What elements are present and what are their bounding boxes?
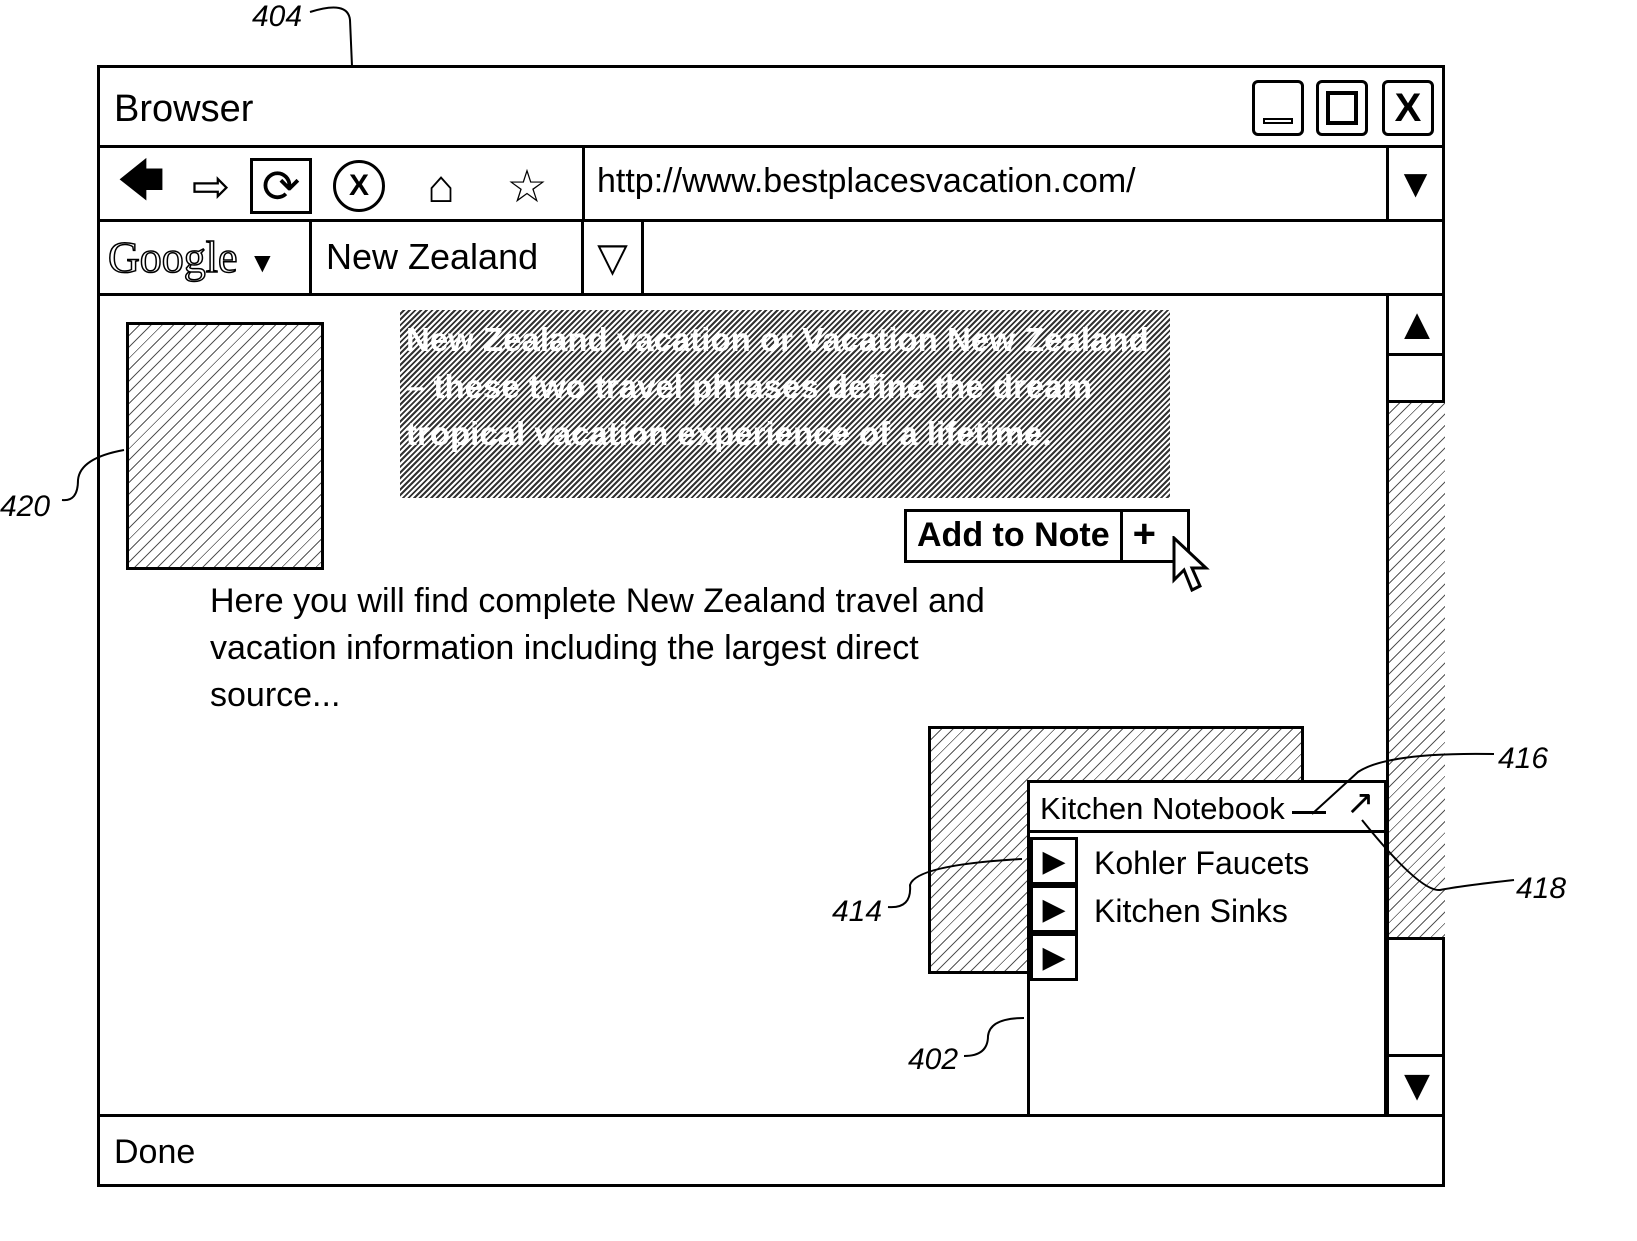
- title-bar: Browser X: [100, 68, 1442, 148]
- notebook-panel: Kitchen Notebook ↗ ▶ Kohler Faucets ▶ Ki…: [1027, 780, 1387, 1117]
- page-image: [126, 322, 324, 570]
- refresh-icon: ⟳: [261, 160, 301, 212]
- star-icon: ☆: [506, 160, 548, 212]
- maximize-icon: [1326, 91, 1358, 125]
- back-arrow-icon: 🡄: [117, 154, 165, 206]
- expand-item-button[interactable]: ▶: [1030, 837, 1078, 885]
- chevron-down-icon: ▼: [1395, 161, 1436, 206]
- search-button[interactable]: ▽: [584, 222, 644, 294]
- page-paragraph: Here you will find complete New Zealand …: [210, 582, 985, 714]
- play-icon: ▶: [1042, 844, 1066, 878]
- minimize-icon: [1263, 118, 1293, 124]
- home-button[interactable]: ⌂: [410, 158, 472, 214]
- close-button[interactable]: X: [1382, 80, 1434, 136]
- ref-label: 402: [908, 1043, 959, 1076]
- search-engine-selector[interactable]: Google ▼: [100, 222, 312, 294]
- notebook-item[interactable]: Kitchen Sinks: [1094, 893, 1288, 930]
- leader-line: [887, 858, 1023, 909]
- chevron-down-icon: ▼: [248, 248, 277, 279]
- add-to-note-label: Add to Note: [907, 512, 1123, 560]
- stop-icon: X: [333, 160, 385, 212]
- maximize-button[interactable]: [1316, 80, 1368, 136]
- leader-line: [1361, 819, 1515, 892]
- url-field[interactable]: http://www.bestplacesvacation.com/: [582, 148, 1386, 220]
- url-dropdown-button[interactable]: ▼: [1386, 148, 1442, 220]
- window-title: Browser: [114, 88, 254, 130]
- play-icon: ▶: [1042, 940, 1066, 974]
- nav-toolbar: 🡄 ⇨ ⟳ X ⌂ ☆ http://www.bestplacesvacatio…: [100, 148, 1442, 222]
- play-icon: ▶: [1042, 892, 1066, 926]
- arrow-down-icon: ▼: [1395, 1060, 1439, 1110]
- leader-line: [1311, 752, 1495, 815]
- expand-item-button[interactable]: ▶: [1030, 885, 1078, 933]
- notebook-item[interactable]: Kohler Faucets: [1094, 845, 1309, 882]
- ref-label: 414: [832, 895, 883, 928]
- status-bar: Done: [100, 1114, 1442, 1184]
- cursor-icon: [1172, 536, 1210, 593]
- search-go-icon: ▽: [597, 236, 628, 280]
- notebook-title: Kitchen Notebook: [1040, 791, 1285, 826]
- ref-label: 404: [252, 0, 303, 33]
- scroll-down-button[interactable]: ▼: [1389, 1054, 1445, 1114]
- plus-icon: +: [1132, 512, 1156, 556]
- expand-item-button[interactable]: ▶: [1030, 933, 1078, 981]
- leader-line: [61, 449, 125, 502]
- add-to-note-button[interactable]: Add to Note +: [904, 509, 1190, 563]
- leader-line: [309, 6, 353, 66]
- minimize-button[interactable]: [1252, 80, 1304, 136]
- stop-button[interactable]: X: [328, 158, 390, 214]
- close-icon: X: [1394, 85, 1422, 130]
- forward-arrow-icon: ⇨: [191, 160, 231, 212]
- ref-label: 420: [0, 490, 51, 523]
- back-button[interactable]: 🡄: [110, 154, 172, 214]
- scroll-up-button[interactable]: ▲: [1389, 296, 1445, 356]
- vertical-scrollbar[interactable]: ▲ ▼: [1386, 296, 1445, 1114]
- ref-label: 418: [1516, 872, 1567, 905]
- browser-window: Browser X 🡄 ⇨ ⟳ X ⌂ ☆ http://www.bestpla…: [97, 65, 1445, 1187]
- ref-label: 416: [1498, 742, 1549, 775]
- refresh-button[interactable]: ⟳: [250, 158, 312, 214]
- search-input[interactable]: New Zealand: [312, 222, 584, 294]
- google-logo: Google: [107, 232, 238, 283]
- home-icon: ⌂: [427, 160, 455, 212]
- highlighted-text[interactable]: New Zealand vacation or Vacation New Zea…: [400, 310, 1170, 498]
- search-toolbar: Google ▼ New Zealand ▽: [100, 222, 1442, 296]
- leader-line: [963, 1017, 1025, 1057]
- favorites-button[interactable]: ☆: [496, 158, 558, 214]
- forward-button[interactable]: ⇨: [180, 158, 242, 214]
- arrow-up-icon: ▲: [1395, 299, 1439, 349]
